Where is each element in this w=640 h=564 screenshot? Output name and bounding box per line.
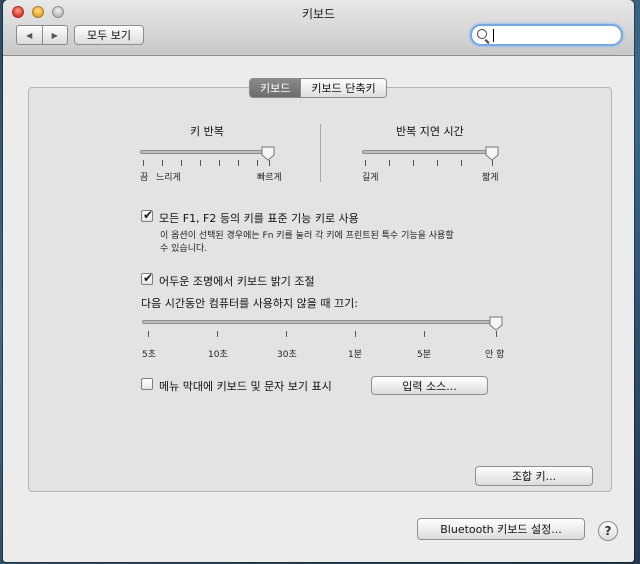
key-repeat-slider[interactable]	[140, 150, 274, 154]
menu-bar-checkbox[interactable]	[141, 378, 153, 390]
slider-tick	[219, 160, 220, 166]
slider-tick	[238, 160, 239, 166]
key-repeat-slow-label: 느리게	[156, 173, 181, 183]
show-all-button[interactable]: 모두 보기	[74, 25, 144, 45]
bluetooth-keyboard-setup-button[interactable]: Bluetooth 키보드 설정...	[417, 518, 585, 540]
tick-label-5s: 5초	[142, 350, 157, 360]
slider-tick	[389, 160, 390, 166]
slider-tick	[437, 160, 438, 166]
backlight-label: 어두운 조명에서 키보드 밝기 조절	[159, 275, 315, 288]
slider-tick	[424, 331, 425, 337]
slider-tick	[143, 160, 144, 166]
delay-repeat-slider[interactable]	[362, 150, 496, 154]
section-divider	[320, 124, 321, 182]
window-title: 키보드	[301, 7, 336, 21]
tick-label-5m: 5분	[417, 350, 432, 360]
title-bar: 키보드 ◀ ▶ 모두 보기	[3, 0, 634, 56]
forward-arrow-icon[interactable]: ▶	[41, 26, 68, 44]
preferences-window: 키보드 ◀ ▶ 모두 보기 키보드 키보드 단축키 키 반복 끔 느리게 빠르게…	[3, 0, 634, 562]
slider-tick	[162, 160, 163, 166]
slider-tick	[217, 331, 218, 337]
backlight-checkbox[interactable]	[141, 271, 153, 285]
search-input[interactable]	[494, 27, 614, 43]
key-repeat-title: 키 반복	[190, 125, 224, 138]
backlight-off-slider[interactable]	[142, 320, 500, 324]
tick-label-10s: 10초	[208, 350, 228, 360]
slider-tick	[496, 331, 497, 337]
slider-tick	[257, 160, 258, 166]
key-repeat-slider-thumb[interactable]	[261, 146, 275, 161]
tick-label-1m: 1분	[348, 350, 363, 360]
slider-tick	[365, 160, 366, 166]
slider-tick	[286, 331, 287, 337]
search-field[interactable]	[470, 24, 623, 46]
modifier-keys-button[interactable]: 조합 키...	[475, 466, 593, 486]
delay-repeat-slider-thumb[interactable]	[485, 146, 499, 161]
menu-bar-label: 메뉴 막대에 키보드 및 문자 보기 표시	[159, 380, 332, 393]
fn-keys-description-line1: 이 옵션이 선택된 경우에는 Fn 키를 눌러 각 키에 프린트된 특수 기능을…	[160, 231, 454, 241]
nav-back-forward: ◀ ▶	[16, 25, 68, 45]
slider-tick	[148, 331, 149, 337]
slider-tick	[461, 160, 462, 166]
fn-keys-label: 모든 F1, F2 등의 키를 표준 기능 키로 사용	[159, 212, 359, 225]
slider-tick	[200, 160, 201, 166]
key-repeat-off-label: 끔	[140, 173, 149, 183]
delay-repeat-title: 반복 지연 시간	[396, 125, 464, 138]
slider-tick	[181, 160, 182, 166]
fn-keys-description-line2: 수 있습니다.	[160, 244, 208, 254]
slider-tick	[355, 331, 356, 337]
back-arrow-icon[interactable]: ◀	[17, 26, 42, 44]
slider-tick	[492, 160, 493, 166]
tab-keyboard-shortcuts[interactable]: 키보드 단축키	[300, 79, 386, 97]
slider-tick	[269, 160, 270, 166]
delay-long-label: 길게	[362, 173, 379, 183]
backlight-off-slider-thumb[interactable]	[489, 316, 503, 331]
fn-keys-checkbox[interactable]	[141, 208, 153, 222]
tick-label-never: 안 함	[485, 350, 505, 360]
help-button[interactable]: ?	[598, 521, 618, 541]
slider-tick	[413, 160, 414, 166]
tick-label-30s: 30초	[277, 350, 297, 360]
delay-short-label: 짧게	[482, 173, 499, 183]
search-icon	[477, 29, 487, 39]
tab-keyboard[interactable]: 키보드	[250, 79, 301, 97]
input-sources-button[interactable]: 입력 소스...	[371, 376, 488, 395]
key-repeat-fast-label: 빠르게	[257, 173, 282, 183]
tab-bar: 키보드 키보드 단축키	[249, 78, 387, 98]
backlight-off-after-label: 다음 시간동안 컴퓨터를 사용하지 않을 때 끄기:	[141, 297, 358, 310]
